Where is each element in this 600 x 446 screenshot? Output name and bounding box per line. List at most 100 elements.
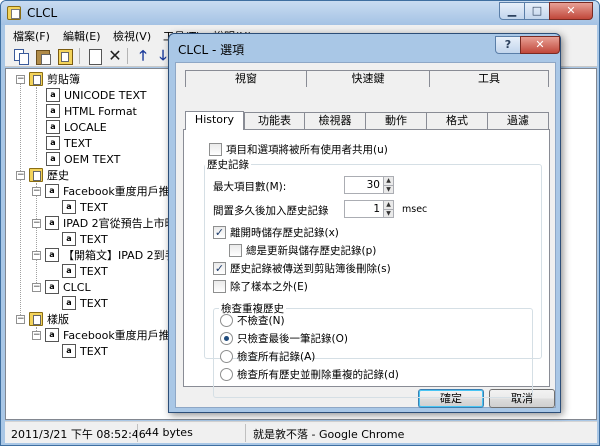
- status-size: 44 bytes: [145, 426, 193, 439]
- tab-tools[interactable]: 工具: [429, 70, 549, 87]
- help-button[interactable]: ?: [495, 36, 521, 54]
- tree-item-html-format[interactable]: a HTML Format: [46, 103, 137, 119]
- tree-item-history-entry[interactable]: − a Facebook重度用戶推翻: [32, 183, 181, 199]
- tree-item-oem-text[interactable]: a OEM TEXT: [46, 151, 120, 167]
- status-bar: 2011/3/21 下午 08:52:46 44 bytes 就是敦不落 - G…: [5, 421, 597, 443]
- radio-button[interactable]: [220, 368, 233, 381]
- radio-label: 檢查所有歷史並刪除重複的記錄(d): [237, 369, 399, 381]
- radio-check-all-delete[interactable]: 檢查所有歷史並刪除重複的記錄(d): [220, 367, 399, 382]
- except-template-checkbox[interactable]: 除了樣本之外(E): [213, 279, 308, 294]
- checkbox-label: 總是更新與儲存歷史記錄(p): [246, 245, 377, 257]
- tree-item-label: CLCL: [63, 280, 91, 294]
- tree-item-history-entry[interactable]: − a IPAD 2官從預告上市時: [32, 215, 176, 231]
- tree-item-history[interactable]: − 歷史: [16, 167, 69, 183]
- maximize-button[interactable]: □: [524, 2, 550, 20]
- radio-label: 不檢查(N): [237, 315, 285, 327]
- tree-item-history-entry[interactable]: − a 【開箱文】IPAD 2到手: [32, 247, 176, 263]
- text-document-icon: a: [45, 184, 59, 198]
- menu-edit[interactable]: 編輯(E): [63, 28, 101, 44]
- radio-button[interactable]: [220, 314, 233, 327]
- menu-file[interactable]: 檔案(F): [13, 28, 50, 44]
- paste-icon[interactable]: [35, 48, 51, 65]
- dialog-title: CLCL - 選項: [178, 43, 245, 57]
- tree-item-text[interactable]: a TEXT: [62, 199, 108, 215]
- max-items-spinner[interactable]: ▲ ▼: [383, 176, 394, 194]
- tab-history[interactable]: History: [185, 111, 244, 130]
- always-save-checkbox[interactable]: 總是更新與儲存歷史記錄(p): [229, 243, 376, 258]
- checkbox-box[interactable]: ✓: [213, 262, 226, 275]
- radio-no-check[interactable]: 不檢查(N): [220, 313, 285, 328]
- tree-item-clipboard[interactable]: − 剪貼簿: [16, 71, 80, 87]
- main-title-bar[interactable]: CLCL ▁ □ ✕: [1, 1, 599, 25]
- tree-item-text[interactable]: a TEXT: [62, 231, 108, 247]
- tree-item-template-entry[interactable]: − a Facebook重度用戶推翻: [32, 327, 181, 343]
- spin-down-icon[interactable]: ▼: [384, 209, 393, 217]
- collapse-icon[interactable]: −: [32, 186, 41, 196]
- tree-connector: [36, 87, 37, 161]
- tree-item-label: 【開箱文】IPAD 2到手: [63, 249, 176, 262]
- close-button[interactable]: ✕: [549, 2, 593, 20]
- collapse-icon[interactable]: −: [32, 218, 41, 228]
- delete-icon[interactable]: ✕: [107, 48, 123, 64]
- move-up-icon[interactable]: 🡑: [135, 48, 151, 64]
- tab-menu[interactable]: 功能表: [244, 112, 305, 129]
- copy-icon[interactable]: [13, 48, 29, 65]
- tree-item-label: LOCALE: [64, 120, 107, 134]
- radio-check-last[interactable]: 只檢查最後一筆記錄(O): [220, 331, 348, 346]
- new-item-icon[interactable]: [87, 48, 103, 65]
- save-on-exit-checkbox[interactable]: ✓ 離開時儲存歷史記錄(x): [213, 225, 339, 240]
- tab-format[interactable]: 格式: [426, 112, 488, 129]
- checkbox-box[interactable]: ✓: [213, 226, 226, 239]
- delay-label: 間置多久後加入歷史記錄: [213, 205, 329, 217]
- checkbox-box[interactable]: [209, 143, 222, 156]
- collapse-icon[interactable]: −: [32, 330, 41, 340]
- collapse-icon[interactable]: −: [16, 314, 25, 324]
- text-document-icon: a: [62, 200, 76, 214]
- clipboard-icon[interactable]: [57, 48, 73, 65]
- max-items-input[interactable]: 30: [344, 176, 384, 194]
- tree-item-label: HTML Format: [64, 104, 137, 118]
- radio-label: 只檢查最後一筆記錄(O): [237, 333, 348, 345]
- checkbox-box[interactable]: [229, 244, 242, 257]
- delay-spinner[interactable]: ▲ ▼: [383, 200, 394, 218]
- shared-settings-checkbox[interactable]: 項目和選項將被所有使用者共用(u): [209, 142, 388, 157]
- collapse-icon[interactable]: −: [32, 282, 41, 292]
- tab-viewer[interactable]: 檢視器: [304, 112, 366, 129]
- delete-after-send-checkbox[interactable]: ✓ 歷史記錄被傳送到剪貼簿後刪除(s): [213, 261, 391, 276]
- tree-item-history-entry[interactable]: − a CLCL: [32, 279, 91, 295]
- tree-item-unicode-text[interactable]: a UNICODE TEXT: [46, 87, 147, 103]
- text-document-icon: a: [62, 264, 76, 278]
- collapse-icon[interactable]: −: [16, 170, 25, 180]
- tab-filter[interactable]: 過濾: [487, 112, 549, 129]
- collapse-icon[interactable]: −: [32, 250, 41, 260]
- text-document-icon: a: [46, 88, 60, 102]
- spin-up-icon[interactable]: ▲: [384, 177, 393, 185]
- spin-up-icon[interactable]: ▲: [384, 201, 393, 209]
- radio-button[interactable]: [220, 332, 233, 345]
- tree-item-text[interactable]: a TEXT: [62, 263, 108, 279]
- tab-hotkeys[interactable]: 快速鍵: [306, 70, 430, 87]
- menu-view[interactable]: 檢視(V): [113, 28, 151, 44]
- radio-button[interactable]: [220, 350, 233, 363]
- text-document-icon: a: [62, 232, 76, 246]
- radio-check-all[interactable]: 檢查所有記錄(A): [220, 349, 315, 364]
- delay-input[interactable]: 1: [344, 200, 384, 218]
- tree-item-label: TEXT: [80, 296, 108, 310]
- dialog-close-button[interactable]: ✕: [520, 36, 560, 54]
- text-document-icon: a: [46, 136, 60, 150]
- tree-item-text[interactable]: a TEXT: [62, 295, 108, 311]
- toolbar-separator: [79, 48, 80, 64]
- text-document-icon: a: [62, 296, 76, 310]
- tree-item-locale[interactable]: a LOCALE: [46, 119, 107, 135]
- minimize-button[interactable]: ▁: [499, 2, 525, 20]
- checkbox-box[interactable]: [213, 280, 226, 293]
- status-divider: [137, 424, 138, 442]
- tab-action[interactable]: 動作: [365, 112, 427, 129]
- tree-item-text[interactable]: a TEXT: [46, 135, 92, 151]
- spin-down-icon[interactable]: ▼: [384, 185, 393, 193]
- tab-window[interactable]: 視窗: [185, 70, 307, 87]
- tree-item-template[interactable]: − 樣版: [16, 311, 69, 327]
- tree-item-text[interactable]: a TEXT: [62, 343, 108, 359]
- text-document-icon: a: [62, 344, 76, 358]
- collapse-icon[interactable]: −: [16, 74, 25, 84]
